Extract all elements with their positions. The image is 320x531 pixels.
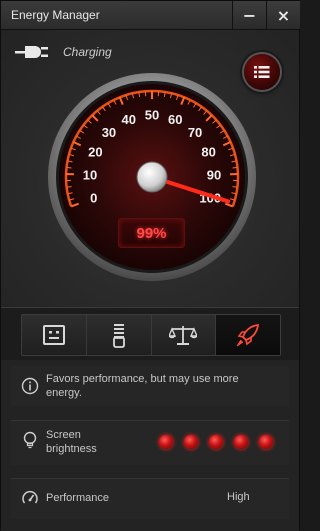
gauge-minor-tick — [232, 187, 237, 188]
gauge-tick-label: 0 — [90, 191, 97, 206]
screen-brightness-label: Screen brightness — [46, 428, 126, 456]
performance-value: High — [227, 491, 250, 503]
close-icon: × — [277, 6, 290, 25]
battery-saver-mode-icon — [110, 322, 128, 348]
gauge-tick-label: 60 — [168, 112, 182, 127]
battery-gauge: 0102030405060708090100 — [48, 70, 256, 302]
brightness-level-indicator[interactable] — [159, 435, 273, 449]
gauge-tick-label: 50 — [145, 108, 159, 123]
minimize-button[interactable]: − — [232, 1, 266, 29]
title-bar: Energy Manager − × — [1, 1, 299, 30]
mode-description-text: Favors performance, but may use more ene… — [46, 372, 271, 400]
balanced-mode-icon — [42, 323, 66, 347]
info-icon — [21, 377, 39, 395]
mode-details-panel: Favors performance, but may use more ene… — [1, 360, 299, 531]
mode-button-performance[interactable] — [216, 315, 280, 355]
scale-mode-icon — [169, 323, 197, 347]
mode-button-battery-saver[interactable] — [87, 315, 152, 355]
gauge-minor-tick — [232, 167, 237, 168]
battery-percent-readout: 99% — [118, 218, 185, 248]
charging-status: Charging — [15, 40, 112, 64]
gauge-tick-label: 30 — [102, 125, 116, 140]
brightness-dot[interactable] — [184, 435, 198, 449]
gauge-panel: Charging — [1, 30, 299, 307]
close-button[interactable]: × — [266, 1, 300, 29]
minimize-icon: − — [243, 6, 256, 25]
brightness-dot[interactable] — [259, 435, 273, 449]
gauge-tick-label: 20 — [88, 144, 102, 159]
power-mode-selector — [1, 307, 299, 361]
brightness-dot[interactable] — [209, 435, 223, 449]
gauge-tick-label: 80 — [201, 144, 215, 159]
mode-button-balanced[interactable] — [22, 315, 87, 355]
gauge-minor-tick — [67, 167, 72, 168]
screen-brightness-row: Screen brightness — [11, 420, 289, 465]
performance-row: Performance High — [11, 478, 289, 519]
performance-label: Performance — [46, 491, 109, 505]
gauge-tick-label: 70 — [188, 125, 202, 140]
gauge-hub — [137, 162, 167, 192]
lightbulb-icon — [21, 431, 39, 449]
gauge-tick-label: 40 — [122, 112, 136, 127]
window-title: Energy Manager — [11, 8, 100, 22]
gauge-tick-label: 10 — [83, 167, 97, 182]
energy-manager-window: Energy Manager − × Charging — [0, 0, 300, 530]
list-icon — [254, 65, 270, 79]
mode-description-row: Favors performance, but may use more ene… — [11, 366, 289, 406]
mode-button-scale[interactable] — [152, 315, 217, 355]
charging-status-text: Charging — [63, 45, 112, 59]
speedometer-icon — [21, 490, 39, 508]
power-plug-icon — [15, 42, 49, 62]
brightness-dot[interactable] — [234, 435, 248, 449]
gauge-tick-label: 90 — [207, 167, 221, 182]
gauge-minor-tick — [67, 187, 72, 188]
performance-mode-icon — [235, 322, 261, 348]
battery-percent-text: 99% — [136, 225, 166, 242]
brightness-dot[interactable] — [159, 435, 173, 449]
